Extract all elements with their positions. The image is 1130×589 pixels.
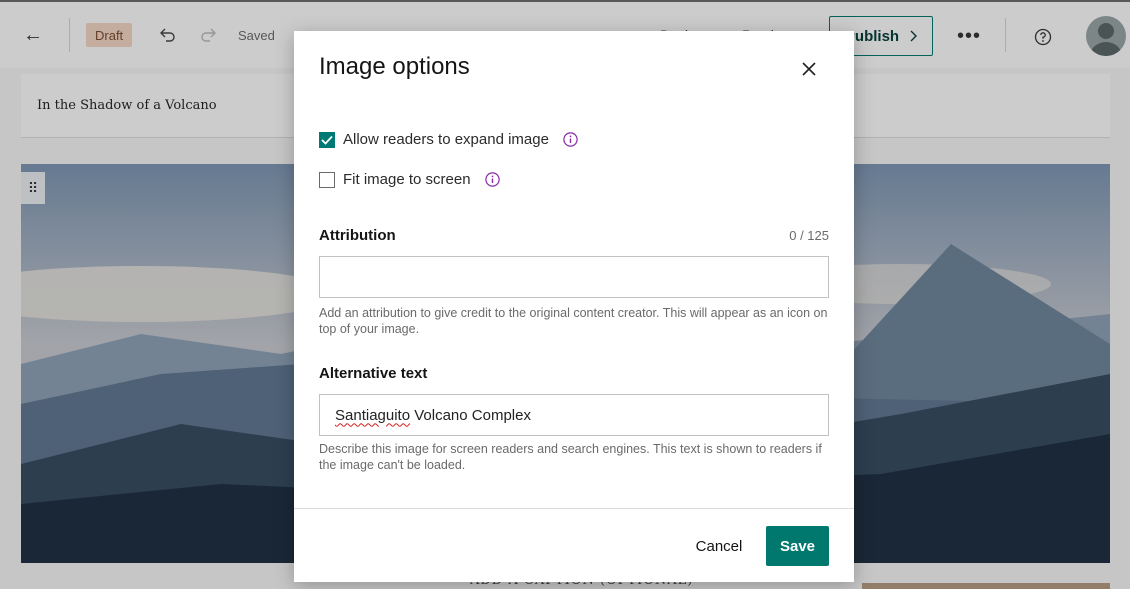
expand-image-label: Allow readers to expand image xyxy=(343,131,549,148)
alt-text-label: Alternative text xyxy=(319,365,428,382)
close-button[interactable] xyxy=(796,56,822,82)
attribution-label: Attribution xyxy=(319,227,396,244)
dialog-footer: Cancel Save xyxy=(294,508,854,582)
close-icon xyxy=(802,62,816,76)
dialog-title: Image options xyxy=(319,53,470,80)
alt-text-help-text: Describe this image for screen readers a… xyxy=(319,442,822,472)
alt-text-input[interactable]: Santiaguito Volcano Complex xyxy=(319,394,829,436)
fit-to-screen-label: Fit image to screen xyxy=(343,171,471,188)
info-icon[interactable] xyxy=(485,172,501,188)
image-options-dialog: Image options Allow readers to expand im… xyxy=(294,31,854,582)
expand-image-checkbox[interactable] xyxy=(319,131,335,148)
save-button[interactable]: Save xyxy=(766,526,829,566)
alt-text-value: Volcano Complex xyxy=(410,406,531,424)
checkmark-icon xyxy=(321,135,333,145)
info-icon[interactable] xyxy=(563,132,579,148)
attribution-help-text: Add an attribution to give credit to the… xyxy=(319,306,828,336)
alt-text-misspelled-word: Santiaguito xyxy=(335,406,411,424)
fit-to-screen-checkbox[interactable] xyxy=(319,171,335,188)
attribution-char-counter: 0 / 125 xyxy=(789,228,829,243)
attribution-input[interactable] xyxy=(319,256,829,298)
fit-to-screen-option[interactable]: Fit image to screen xyxy=(319,171,501,188)
cancel-button[interactable]: Cancel xyxy=(684,526,754,566)
expand-image-option[interactable]: Allow readers to expand image xyxy=(319,131,579,148)
